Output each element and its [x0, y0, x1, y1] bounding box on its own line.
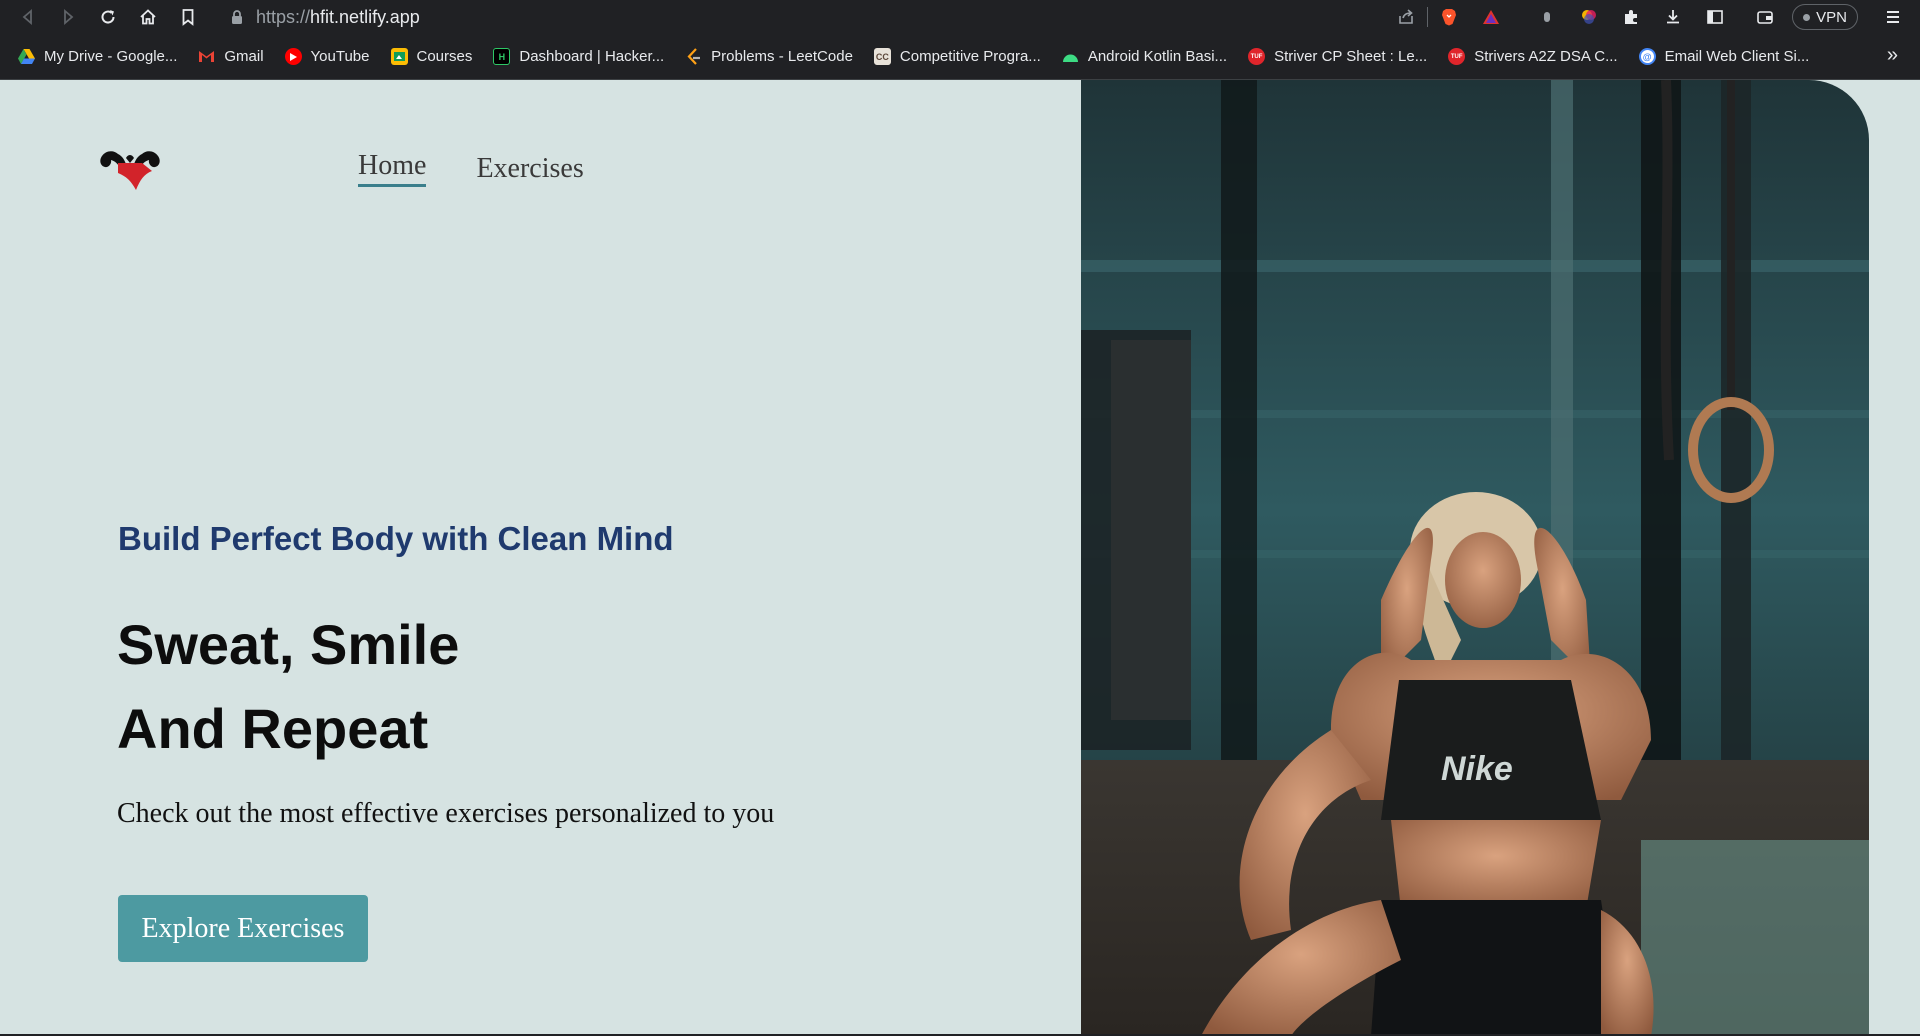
bookmark-label: Striver CP Sheet : Le...: [1274, 48, 1428, 65]
brave-shields-button[interactable]: [1428, 0, 1470, 34]
reload-icon: [101, 10, 115, 24]
main-nav: Home Exercises: [358, 150, 584, 187]
bookmark-label: Competitive Progra...: [899, 48, 1041, 65]
gym-athlete-illustration: Nike: [1081, 80, 1869, 1036]
sidebar-icon: [1707, 10, 1723, 24]
android-icon: [1062, 48, 1079, 65]
brave-rewards-button[interactable]: [1470, 0, 1512, 34]
bookmark-label: My Drive - Google...: [44, 48, 178, 65]
bookmark-gmail[interactable]: Gmail: [198, 48, 264, 65]
google-drive-icon: [18, 48, 35, 65]
explore-exercises-button[interactable]: Explore Exercises: [118, 895, 368, 962]
bookmark-label: Courses: [416, 48, 473, 65]
brave-rewards-icon: [1483, 10, 1500, 24]
bookmark-label: YouTube: [310, 48, 370, 65]
bra-logo-text: Nike: [1441, 750, 1513, 788]
brave-lion-icon: [1442, 9, 1457, 26]
site-logo[interactable]: [96, 146, 164, 192]
vpn-button[interactable]: VPN: [1792, 4, 1858, 30]
youtube-icon: [284, 48, 302, 65]
vpn-status-dot: [1803, 13, 1811, 21]
reload-button[interactable]: [88, 0, 128, 34]
puzzle-icon: [1625, 10, 1638, 24]
bookmark-youtube[interactable]: YouTube: [284, 48, 370, 65]
pin-icon: [1544, 12, 1551, 22]
forward-button[interactable]: [48, 0, 88, 34]
bookmark-label: Android Kotlin Basi...: [1087, 48, 1228, 65]
color-palette-icon: [1582, 10, 1597, 24]
address-bar[interactable]: https://hfit.netlify.app: [216, 3, 1416, 31]
muscle-logo-icon: [100, 151, 160, 190]
download-icon: [1667, 10, 1680, 24]
bookmark-hackerrank[interactable]: H Dashboard | Hacker...: [493, 48, 664, 65]
codechef-icon: CC: [873, 48, 891, 65]
bookmark-label: Strivers A2Z DSA C...: [1474, 48, 1618, 65]
toolbar-right: VPN: [1385, 0, 1920, 34]
forward-arrow-icon: [64, 9, 74, 25]
hackerrank-icon: H: [493, 48, 511, 65]
tuf-icon: TUF: [1448, 48, 1466, 65]
tuf-icon: TUF: [1248, 48, 1266, 65]
bookmark-label: Dashboard | Hacker...: [519, 48, 665, 65]
hero-subtitle: Check out the most effective exercises p…: [117, 798, 775, 829]
share-icon: [1399, 9, 1413, 24]
menu-button[interactable]: [1872, 0, 1914, 34]
bookmark-leetcode[interactable]: Problems - LeetCode: [685, 48, 853, 65]
bookmark-my-drive[interactable]: My Drive - Google...: [18, 48, 177, 65]
sidebar-button[interactable]: [1694, 0, 1736, 34]
vpn-label: VPN: [1816, 8, 1847, 26]
url-text: https://hfit.netlify.app: [256, 6, 420, 27]
bookmarks-overflow-button[interactable]: »: [1887, 44, 1898, 67]
bookmark-icon: [182, 9, 194, 26]
nav-exercises-link[interactable]: Exercises: [476, 150, 583, 187]
lock-icon: [232, 10, 242, 24]
back-arrow-icon: [22, 9, 32, 25]
extensions-button[interactable]: [1610, 0, 1652, 34]
leetcode-icon: [685, 48, 702, 65]
email-client-icon: @: [1638, 48, 1656, 65]
bookmark-label: Problems - LeetCode: [711, 48, 853, 65]
home-icon: [140, 9, 156, 25]
wallet-icon: [1757, 11, 1773, 24]
bookmarks-bar: My Drive - Google... Gmail YouTube Cours…: [0, 34, 1920, 80]
bookmark-competitive-programming[interactable]: CC Competitive Progra...: [873, 48, 1041, 65]
home-button[interactable]: [128, 0, 168, 34]
wallet-button[interactable]: [1744, 0, 1786, 34]
courses-icon: [390, 48, 408, 65]
hero-banner-image: Nike: [1081, 80, 1869, 1036]
extension-pin-button[interactable]: [1526, 0, 1568, 34]
bookmark-android-kotlin[interactable]: Android Kotlin Basi...: [1062, 48, 1227, 65]
bookmark-email-client[interactable]: @ Email Web Client Si...: [1638, 48, 1810, 65]
hamburger-menu-icon: [1887, 11, 1899, 23]
bookmark-button[interactable]: [168, 0, 208, 34]
hero-tagline: Build Perfect Body with Clean Mind: [118, 520, 674, 557]
hero-headline: Sweat, Smile And Repeat: [117, 603, 459, 771]
bookmark-label: Email Web Client Si...: [1664, 48, 1810, 65]
bookmark-courses[interactable]: Courses: [390, 48, 473, 65]
page-content: Home Exercises Build Perfect Body with C…: [0, 80, 1920, 1036]
bookmark-label: Gmail: [224, 48, 264, 65]
downloads-button[interactable]: [1652, 0, 1694, 34]
back-button[interactable]: [8, 0, 48, 34]
extension-colorful-button[interactable]: [1568, 0, 1610, 34]
browser-toolbar: https://hfit.netlify.app VPN: [0, 0, 1920, 34]
gmail-icon: [198, 48, 215, 65]
bookmark-striver-cp[interactable]: TUF Striver CP Sheet : Le...: [1248, 48, 1427, 65]
share-button[interactable]: [1385, 0, 1427, 34]
bookmark-striver-a2z[interactable]: TUF Strivers A2Z DSA C...: [1448, 48, 1618, 65]
headline-line-1: Sweat, Smile: [117, 613, 460, 676]
headline-line-2: And Repeat: [117, 697, 429, 760]
nav-home-link[interactable]: Home: [358, 150, 427, 187]
